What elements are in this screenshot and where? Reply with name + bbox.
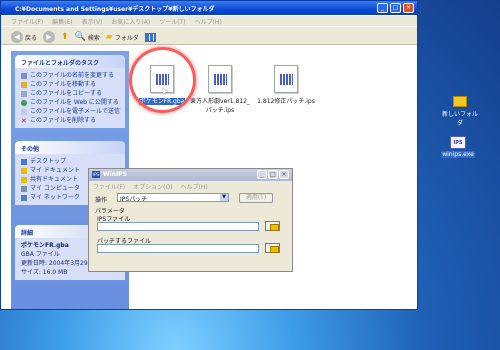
delete-icon: ✕ <box>21 116 27 125</box>
copy-icon <box>21 90 27 97</box>
folders-button[interactable]: ▰ フォルダ <box>106 32 139 42</box>
computer-icon <box>21 185 27 192</box>
email-icon <box>21 108 27 115</box>
ips-file-icon <box>274 65 298 93</box>
delete-task[interactable]: ✕ このファイルを削除する <box>21 116 121 125</box>
desktop-folder[interactable]: 新しいフォルダ <box>440 96 480 127</box>
winips-menu-help[interactable]: ヘルプ(H) <box>181 184 208 191</box>
winips-menu-file[interactable]: ファイル(F) <box>93 184 125 191</box>
view-grid-icon <box>144 32 156 42</box>
winips-maximize-button[interactable]: □ <box>268 170 278 179</box>
file-item-ips-2[interactable]: 1.812修正パッチ.ips <box>255 65 317 105</box>
globe-icon <box>21 99 27 106</box>
desktop-winips-exe[interactable]: IPS winips.exe <box>438 136 478 158</box>
mouse-cursor-icon: ➤ <box>161 87 169 97</box>
target-file-input[interactable] <box>97 244 259 253</box>
search-button[interactable]: 🔍 検索 <box>75 32 100 42</box>
move-icon <box>21 81 27 88</box>
winips-menu-bar: ファイル(F) オプション(O) ヘルプ(H) <box>89 181 292 191</box>
up-folder-button[interactable]: ⬆ <box>61 32 69 42</box>
close-button[interactable]: × <box>403 3 414 13</box>
folder-icon <box>453 96 467 107</box>
ips-app-icon: IPS <box>92 171 100 178</box>
ips-file-icon <box>208 65 232 93</box>
back-arrow-icon: ◀ <box>11 31 23 43</box>
move-task[interactable]: このファイルを移動する <box>21 80 121 89</box>
network-icon <box>21 194 27 201</box>
winips-minimize-button[interactable]: _ <box>257 170 267 179</box>
copy-task[interactable]: このファイルをコピーする <box>21 89 121 98</box>
back-button[interactable]: ◀ 戻る <box>11 31 37 43</box>
view-button[interactable] <box>144 32 156 42</box>
explorer-title-bar[interactable]: C:¥Documents and Settings¥user¥デスクトップ¥新し… <box>1 1 417 15</box>
minimize-button[interactable]: _ <box>377 3 388 13</box>
menu-bar: ファイル(F) 編集(E) 表示(V) お気に入り(A) ツール(T) ヘルプ(H) <box>1 16 417 26</box>
window-title: C:¥Documents and Settings¥user¥デスクトップ¥新し… <box>15 6 215 13</box>
chevron-down-icon: ▼ <box>220 194 228 201</box>
desktop-icon <box>21 158 27 165</box>
up-folder-icon: ⬆ <box>61 32 69 42</box>
publish-web-task[interactable]: このファイルを Web に公開する <box>21 98 121 107</box>
place-desktop[interactable]: デスクトップ <box>21 157 121 166</box>
forward-arrow-icon: ▶ <box>43 31 56 43</box>
operation-select[interactable]: IPSパッチ ▼ <box>117 193 229 203</box>
tasks-list: このファイルの名前を変更する このファイルを移動する このファイルをコピーする … <box>15 68 125 128</box>
operation-label: 操作 <box>95 197 108 204</box>
file-item-ips-1[interactable]: 東方人形劇ver1.812_パッチ.ips <box>189 65 251 114</box>
maximize-button[interactable]: □ <box>390 3 401 13</box>
folder-icon: ▰ <box>105 32 113 42</box>
forward-button[interactable]: ▶ <box>43 31 56 43</box>
shared-folder-icon <box>21 176 27 183</box>
menu-tools[interactable]: ツール(T) <box>159 19 185 26</box>
search-icon: 🔍 <box>74 32 86 42</box>
rename-task[interactable]: このファイルの名前を変更する <box>21 71 121 80</box>
ips-file-input[interactable] <box>97 222 259 231</box>
folder-icon <box>21 167 27 174</box>
winips-close-button[interactable]: × <box>279 170 289 179</box>
tasks-header[interactable]: ファイルとフォルダのタスク <box>15 55 125 68</box>
email-task[interactable]: このファイルを電子メールで送信する <box>21 107 121 116</box>
menu-view[interactable]: 表示(V) <box>82 19 103 26</box>
winips-window: WinIPS IPS _ □ × ファイル(F) オプション(O) ヘルプ(H) 操… <box>88 168 293 272</box>
menu-file[interactable]: ファイル(F) <box>11 19 43 26</box>
browse-target-button[interactable] <box>265 243 280 253</box>
winips-menu-options[interactable]: オプション(O) <box>133 184 172 191</box>
places-header[interactable]: その他 <box>15 141 125 154</box>
ips-exe-icon: IPS <box>450 136 466 149</box>
menu-favorites[interactable]: お気に入り(A) <box>111 19 150 26</box>
apply-button[interactable]: 適用(T) <box>239 193 273 203</box>
menu-help[interactable]: ヘルプ(H) <box>195 19 222 26</box>
rename-icon <box>21 72 27 79</box>
toolbar: ◀ 戻る ▶ ⬆ 🔍 検索 ▰ フォルダ <box>1 27 417 45</box>
menu-edit[interactable]: 編集(E) <box>52 19 72 26</box>
browse-ips-button[interactable] <box>265 221 280 231</box>
highlight-circle <box>129 47 196 113</box>
